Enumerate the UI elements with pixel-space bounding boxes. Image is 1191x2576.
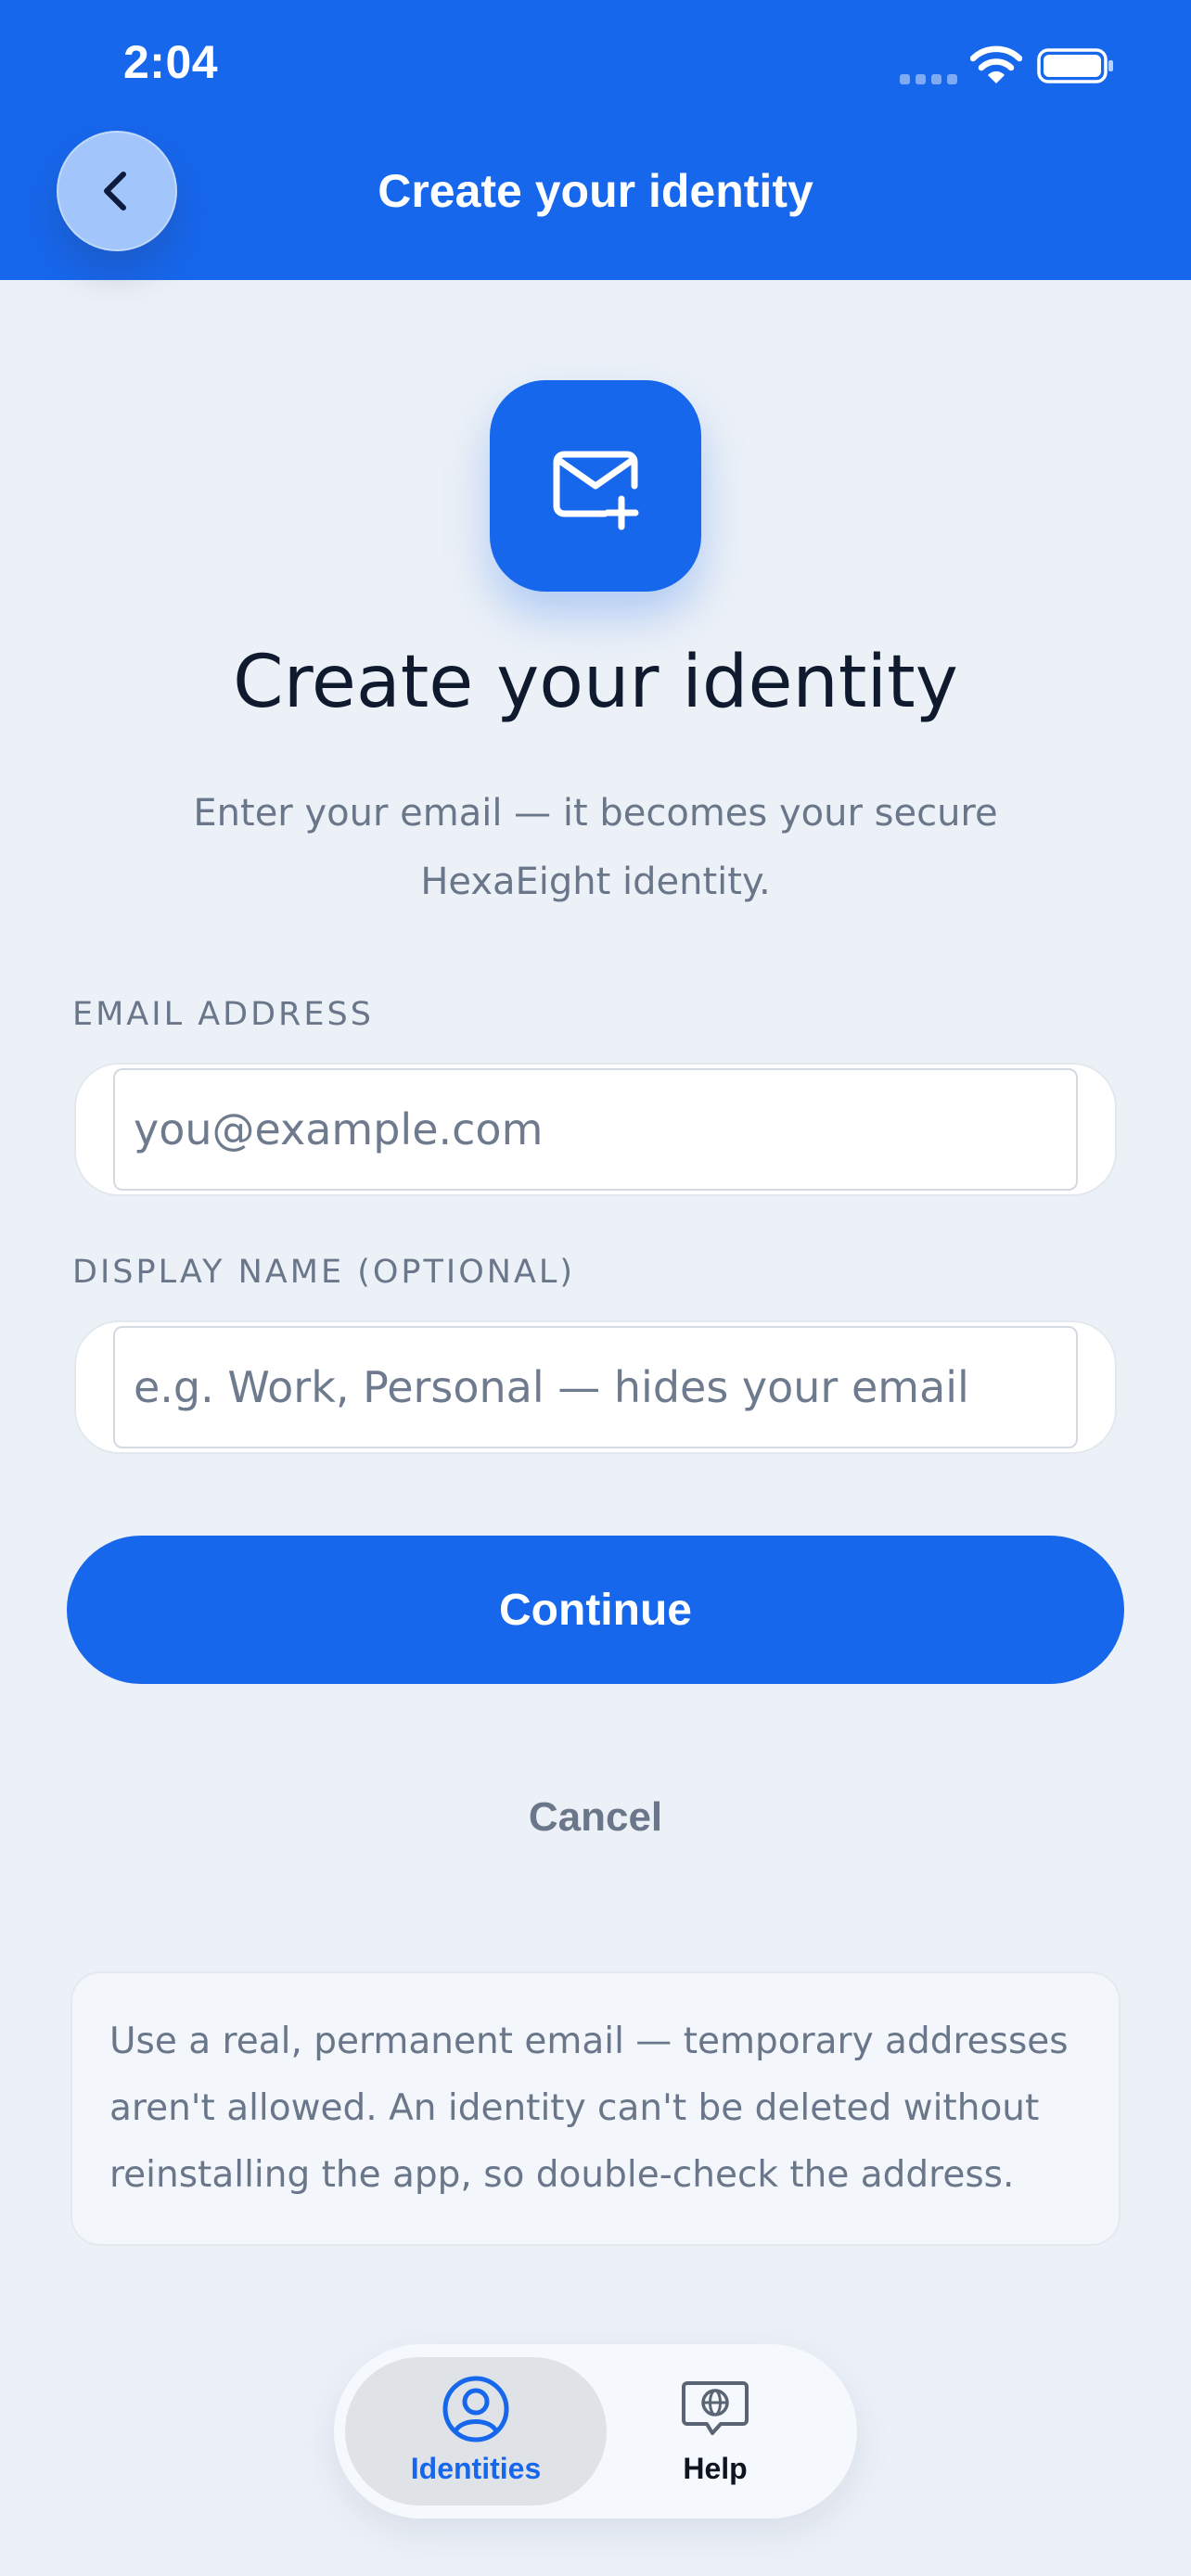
email-label: EMAIL ADDRESS — [72, 996, 374, 1033]
email-field[interactable] — [113, 1068, 1078, 1191]
tab-help[interactable]: Help — [584, 2357, 846, 2506]
tab-bar: Identities Help — [334, 2344, 857, 2519]
person-circle-icon — [442, 2376, 509, 2442]
page-subtitle: Enter your email — it becomes your secur… — [193, 792, 998, 903]
display-name-field[interactable] — [113, 1326, 1078, 1448]
header-title: Create your identity — [378, 165, 813, 217]
display-name-field-container — [74, 1320, 1117, 1454]
notice-card: Use a real, permanent email — temporary … — [70, 1971, 1121, 2246]
tab-identities-label: Identities — [410, 2452, 542, 2485]
cancel-button[interactable]: Cancel — [410, 1780, 781, 1855]
wifi-icon — [970, 45, 1022, 83]
tab-help-label: Help — [683, 2452, 748, 2485]
page-title: Create your identity — [233, 641, 958, 724]
battery-icon — [1037, 48, 1113, 83]
cellular-signal-icon — [900, 74, 957, 85]
notice-text: Use a real, permanent email — temporary … — [109, 2021, 1069, 2196]
help-chat-globe-icon — [682, 2381, 749, 2435]
status-time: 2:04 — [123, 36, 219, 88]
create-identity-screen: 2:04 Create your identity Create your id… — [0, 0, 1191, 2576]
hero-icon-tile — [490, 380, 701, 592]
header-bar: 2:04 Create your identity — [0, 0, 1191, 280]
continue-button[interactable]: Continue — [67, 1536, 1124, 1684]
display-name-label: DISPLAY NAME (OPTIONAL) — [72, 1254, 576, 1291]
tab-identities[interactable]: Identities — [345, 2357, 607, 2506]
email-field-container — [74, 1063, 1117, 1196]
mail-plus-icon — [553, 451, 639, 530]
